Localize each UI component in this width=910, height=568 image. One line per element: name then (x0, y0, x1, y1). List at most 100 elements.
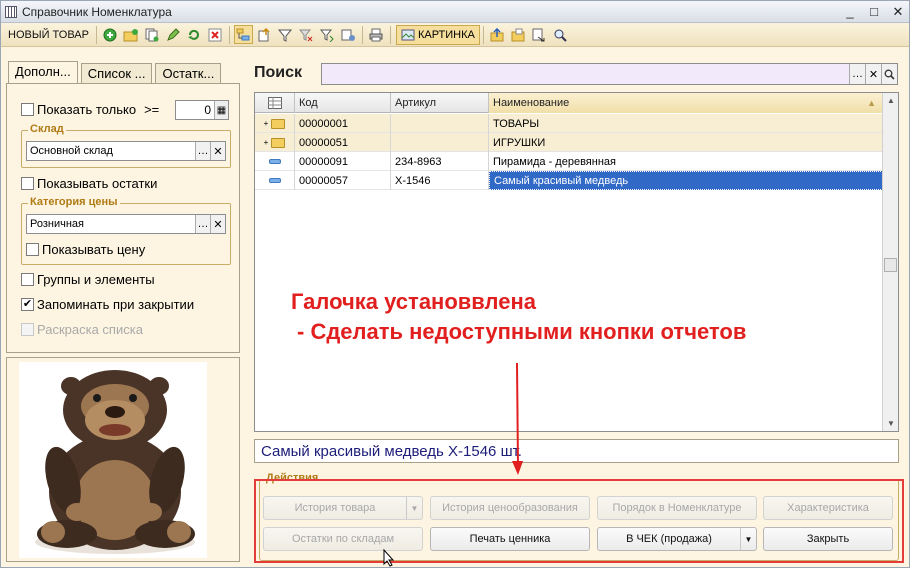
hierarchy-icon[interactable] (233, 25, 253, 44)
warehouse-group: Склад Основной склад … ✕ (21, 123, 231, 168)
maximize-button[interactable]: □ (863, 3, 885, 21)
print-price-tag-button[interactable]: Печать ценника (430, 527, 590, 551)
add-icon[interactable] (101, 25, 120, 44)
cell-name: Самый красивый медведь (489, 171, 883, 190)
show-only-operator: >= (144, 102, 160, 117)
show-price-label: Показывать цену (42, 242, 146, 257)
price-category-value: Розничная (30, 218, 84, 230)
group-expand-icon[interactable]: + (255, 114, 295, 133)
scroll-up-icon[interactable]: ▲ (883, 93, 899, 108)
calculator-icon[interactable]: ▦ (214, 101, 228, 119)
picture-toggle-button[interactable]: КАРТИНКА (395, 24, 480, 45)
history-label: История товара (294, 502, 376, 514)
search-input[interactable]: … ✕ (321, 63, 898, 85)
group-expand-icon[interactable]: + (255, 133, 295, 152)
show-only-quantity-field[interactable]: 0 ▦ (175, 100, 229, 120)
remember-label: Запоминать при закрытии (37, 297, 195, 312)
tab-panel: Показать только >= 0 ▦ Склад Основной ск… (6, 83, 240, 353)
print-icon[interactable] (367, 25, 386, 44)
show-only-value: 0 (204, 103, 211, 117)
tab-additional[interactable]: Дополн... (8, 61, 78, 83)
new-item-button[interactable]: НОВЫЙ ТОВАР (4, 25, 93, 45)
show-only-label: Показать только (37, 102, 137, 117)
toolbar: НОВЫЙ ТОВАР КАРТИНКА (1, 23, 909, 47)
select-ellipsis-icon[interactable]: … (195, 215, 210, 233)
find-icon[interactable] (551, 25, 570, 44)
column-name[interactable]: Наименование ▲ (489, 93, 883, 113)
table-row[interactable]: + 00000051 ИГРУШКИ (255, 133, 883, 152)
search-label: Поиск (254, 64, 303, 81)
remember-checkbox[interactable]: ✔ (21, 298, 34, 311)
folder-move-icon[interactable] (509, 25, 528, 44)
tab-list[interactable]: Список ... (80, 63, 153, 83)
warehouse-field[interactable]: Основной склад … ✕ (26, 141, 226, 161)
close-window-button[interactable]: ✕ (887, 3, 909, 21)
copy-icon[interactable] (143, 25, 162, 44)
show-stock-checkbox[interactable] (21, 177, 34, 190)
cell-code: 00000057 (295, 171, 391, 190)
column-article[interactable]: Артикул (391, 93, 489, 113)
cell-article: Х-1546 (391, 171, 489, 190)
groups-label: Группы и элементы (37, 272, 155, 287)
search-ellipsis-icon[interactable]: … (849, 64, 865, 84)
select-ellipsis-icon[interactable]: … (195, 142, 210, 160)
table-settings-icon[interactable] (255, 93, 295, 113)
groups-checkbox[interactable] (21, 273, 34, 286)
item-icon (268, 159, 281, 164)
table-row-selected[interactable]: 00000057 Х-1546 Самый красивый медведь (255, 171, 883, 190)
add-to-receipt-button[interactable]: В ЧЕК (продажа) ▼ (597, 527, 757, 551)
clear-icon[interactable]: ✕ (210, 215, 225, 233)
toolbar-separator (389, 25, 391, 44)
search-clear-icon[interactable]: ✕ (865, 64, 881, 84)
cell-code: 00000001 (295, 114, 391, 133)
groups-row: Группы и элементы (21, 272, 155, 287)
table-scrollbar[interactable]: ▲ ▼ (882, 93, 898, 431)
column-code[interactable]: Код (295, 93, 391, 113)
picture-toggle-label: КАРТИНКА (417, 28, 475, 41)
cell-code: 00000091 (295, 152, 391, 171)
refresh-icon[interactable] (185, 25, 204, 44)
left-pane: Дополн... Список ... Остатк... Показать … (6, 61, 240, 353)
filter-history-icon[interactable] (318, 25, 337, 44)
close-button[interactable]: Закрыть (763, 527, 893, 551)
edit-icon[interactable] (164, 25, 183, 44)
show-price-row: Показывать цену (26, 242, 145, 257)
delete-icon[interactable] (206, 25, 225, 44)
filter-icon[interactable] (276, 25, 295, 44)
scroll-thumb[interactable] (884, 258, 897, 272)
items-table[interactable]: Код Артикул Наименование ▲ + 00000001 ТО… (254, 92, 899, 432)
price-category-title: Категория цены (28, 196, 120, 208)
catalog-icon (5, 5, 17, 18)
tab-stock[interactable]: Остатк... (155, 63, 222, 83)
cell-article: 234-8963 (391, 152, 489, 171)
settings-icon[interactable] (339, 25, 358, 44)
cell-name: ТОВАРЫ (489, 114, 883, 133)
title-bar: Справочник Номенклатура _ □ ✕ (1, 1, 909, 23)
price-history-button: История ценообразования (430, 496, 590, 520)
coloring-row: Раскраска списка (21, 322, 143, 337)
chevron-down-icon: ▼ (406, 497, 422, 519)
table-row[interactable]: + 00000001 ТОВАРЫ (255, 114, 883, 133)
scroll-down-icon[interactable]: ▼ (883, 416, 899, 431)
search-find-icon[interactable] (881, 64, 897, 84)
add-folder-icon[interactable] (122, 25, 141, 44)
minimize-button[interactable]: _ (839, 3, 861, 21)
show-price-checkbox[interactable] (26, 243, 39, 256)
clear-icon[interactable]: ✕ (210, 142, 225, 160)
export-icon[interactable] (530, 25, 549, 44)
toolbar-separator (482, 25, 484, 44)
item-icon (268, 178, 281, 183)
history-button: История товара ▼ (263, 496, 423, 520)
folder-up-icon[interactable] (488, 25, 507, 44)
table-row[interactable]: 00000091 234-8963 Пирамида - деревянная (255, 152, 883, 171)
cell-code: 00000051 (295, 133, 391, 152)
price-category-field[interactable]: Розничная … ✕ (26, 214, 226, 234)
annotation-arrow (512, 362, 523, 475)
table-header: Код Артикул Наименование ▲ (255, 93, 883, 113)
order-button: Порядок в Номенклатуре (597, 496, 757, 520)
show-only-checkbox[interactable] (21, 103, 34, 116)
chevron-down-icon[interactable]: ▼ (740, 528, 756, 550)
coloring-label: Раскраска списка (37, 322, 143, 337)
clear-filter-icon[interactable] (297, 25, 316, 44)
up-level-icon[interactable] (255, 25, 274, 44)
